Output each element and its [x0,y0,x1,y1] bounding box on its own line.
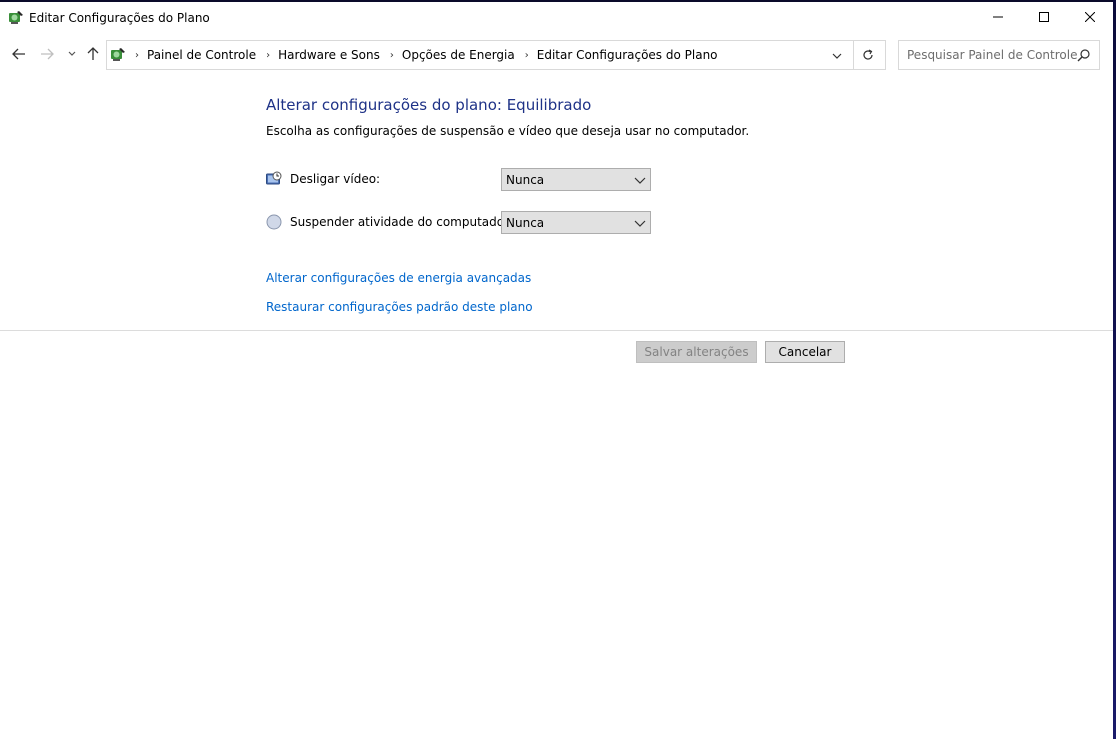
breadcrumb: › Painel de Controle › Hardware e Sons ›… [131,48,718,62]
cancel-button[interactable]: Cancelar [765,341,845,363]
address-bar[interactable]: › Painel de Controle › Hardware e Sons ›… [106,40,886,70]
power-options-icon [110,47,126,63]
chevron-right-icon[interactable]: › [390,50,394,61]
address-divider [853,41,854,69]
arrow-left-icon [12,48,25,60]
recent-locations-button[interactable] [63,45,81,63]
search-input[interactable]: Pesquisar Painel de Controle [898,40,1100,70]
select-value: Nunca [506,173,545,187]
setting-sleep: Suspender atividade do computador: Nunca [266,211,666,235]
arrow-right-icon [41,48,54,60]
restore-defaults-link[interactable]: Restaurar configurações padrão deste pla… [266,300,533,314]
search-icon[interactable] [1077,48,1091,62]
sleep-moon-icon [266,214,282,230]
forward-button[interactable] [38,45,56,63]
power-options-icon [8,10,24,26]
arrow-up-icon [87,47,99,60]
select-value: Nunca [506,216,545,230]
setting-label: Suspender atividade do computador: [290,215,513,229]
minimize-button[interactable] [975,2,1021,32]
breadcrumb-opcoes-de-energia[interactable]: Opções de Energia [402,48,515,62]
breadcrumb-editar-configuracoes[interactable]: Editar Configurações do Plano [537,48,718,62]
sleep-select[interactable]: Nunca [501,211,651,234]
divider [0,330,1113,331]
breadcrumb-painel-de-controle[interactable]: Painel de Controle [147,48,256,62]
advanced-power-settings-link[interactable]: Alterar configurações de energia avançad… [266,271,531,285]
maximize-icon [1039,12,1049,22]
refresh-icon [863,49,873,60]
chevron-right-icon[interactable]: › [525,50,529,61]
save-button[interactable]: Salvar alterações [636,341,757,363]
refresh-button[interactable] [860,47,876,63]
setting-label: Desligar vídeo: [290,172,381,186]
turn-off-display-select[interactable]: Nunca [501,168,651,191]
back-button[interactable] [10,45,28,63]
page-title: Alterar configurações do plano: Equilibr… [266,96,592,114]
display-icon [266,171,282,187]
close-button[interactable] [1067,2,1113,32]
chevron-right-icon[interactable]: › [266,50,270,61]
title-bar[interactable]: Editar Configurações do Plano [0,2,1113,32]
close-icon [1085,12,1095,22]
chevron-down-icon [634,220,646,227]
chevron-down-icon [832,53,842,59]
page-subtitle: Escolha as configurações de suspensão e … [266,124,750,138]
breadcrumb-hardware-e-sons[interactable]: Hardware e Sons [278,48,380,62]
setting-turn-off-display: Desligar vídeo: Nunca [266,168,666,192]
window-title: Editar Configurações do Plano [29,11,210,25]
chevron-right-icon[interactable]: › [135,50,139,61]
minimize-icon [993,16,1003,18]
chevron-down-icon [634,177,646,184]
up-button[interactable] [84,45,102,63]
control-panel-window: Editar Configurações do Plano › Painel d… [0,2,1113,739]
chevron-down-icon [68,51,76,56]
navigation-bar: › Painel de Controle › Hardware e Sons ›… [0,37,1113,71]
maximize-button[interactable] [1021,2,1067,32]
address-dropdown-button[interactable] [829,48,845,64]
search-placeholder: Pesquisar Painel de Controle [907,48,1078,62]
